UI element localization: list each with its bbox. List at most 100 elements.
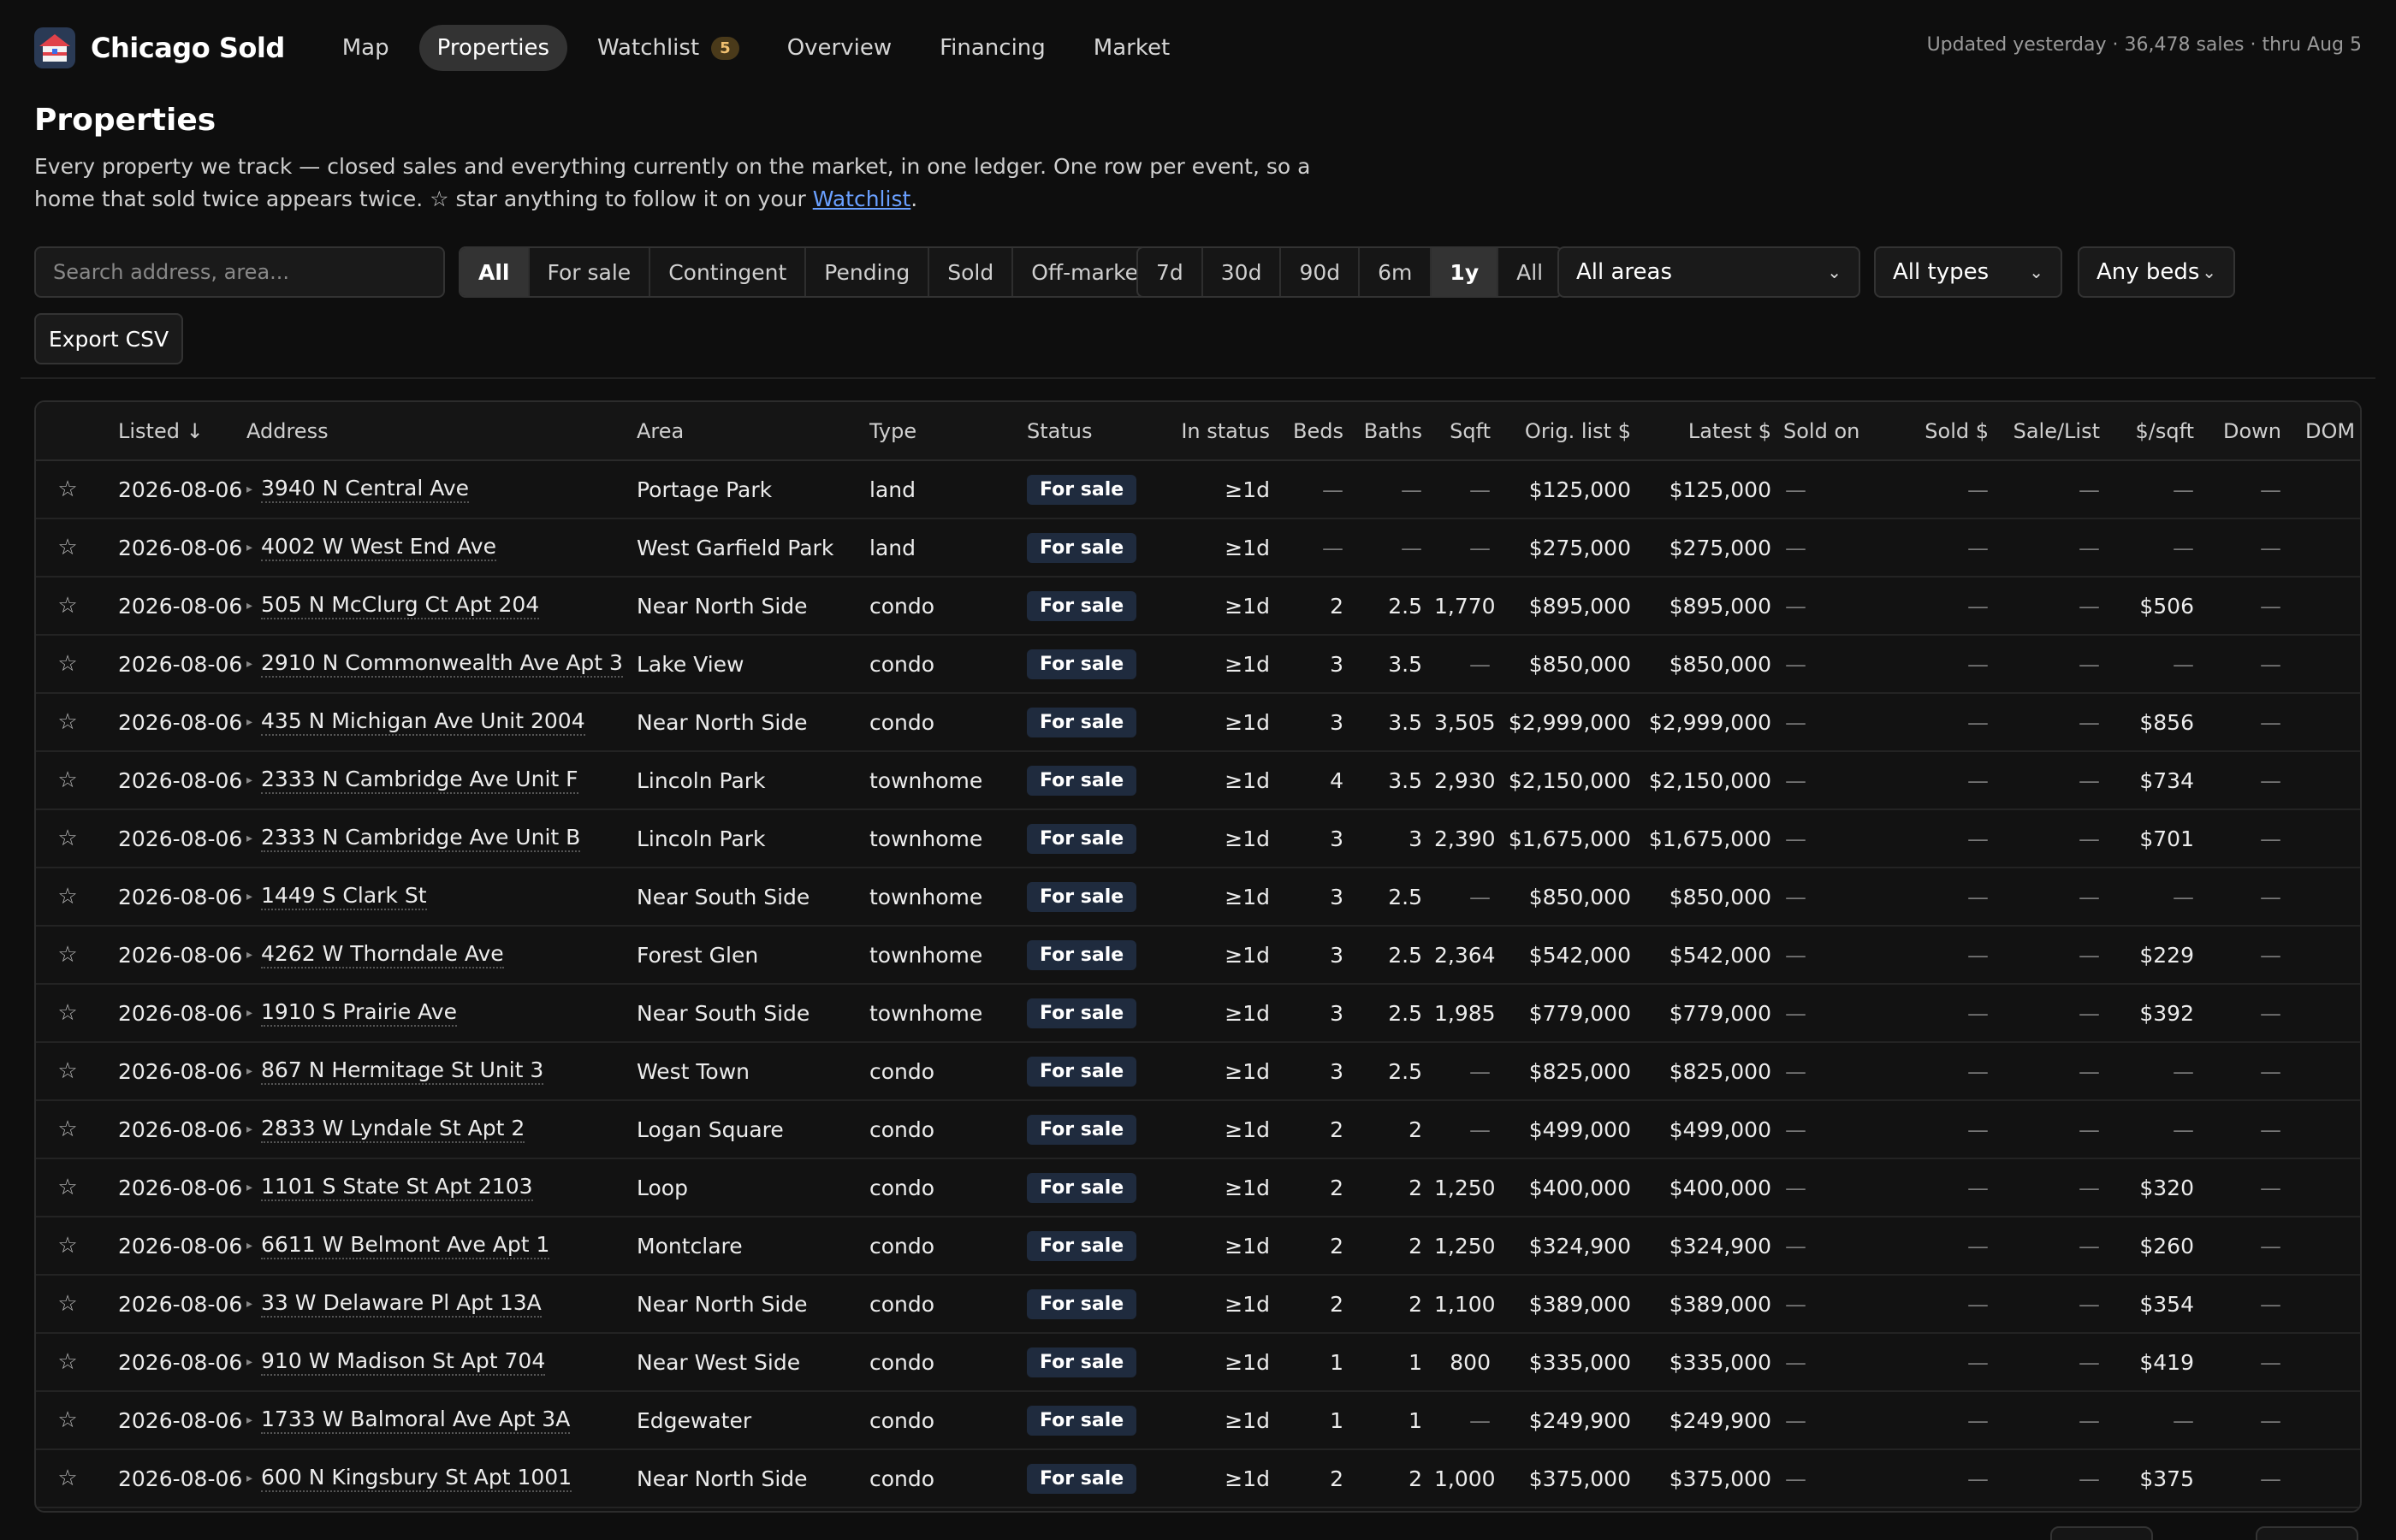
beds-select[interactable]: Any beds ⌄ <box>2078 246 2235 298</box>
nav-properties[interactable]: Properties <box>418 25 568 71</box>
nav-map[interactable]: Map <box>324 25 407 71</box>
table-row[interactable]: ☆ 2026-08-06 ▸ 4262 W Thorndale Ave Forest G… <box>36 926 2360 984</box>
column-header-area[interactable]: Area <box>637 402 869 461</box>
cell-address[interactable]: ▸ 1101 S State St Apt 2103 <box>246 1158 637 1217</box>
table-row[interactable]: ☆ 2026-08-06 ▸ 505 N McClurg Ct Apt 204 Near… <box>36 577 2360 635</box>
status-option-contingent[interactable]: Contingent <box>650 248 807 296</box>
cell-address[interactable]: ▸ 600 N Kingsbury St Apt 1001 <box>246 1449 637 1507</box>
table-row[interactable]: ☆ 2026-08-06 ▸ 2333 N Cambridge Ave Unit B L… <box>36 809 2360 868</box>
pagination-next-button[interactable] <box>2256 1526 2358 1540</box>
address-link[interactable]: 2910 N Commonwealth Ave Apt 3 <box>261 650 623 678</box>
nav-financing[interactable]: Financing <box>922 25 1064 71</box>
table-row[interactable]: ☆ 2026-08-06 ▸ 2833 W Lyndale St Apt 2 Logan… <box>36 1100 2360 1158</box>
star-outline-icon[interactable]: ☆ <box>36 926 99 984</box>
pagination-prev-button[interactable] <box>2050 1526 2153 1540</box>
star-outline-icon[interactable]: ☆ <box>36 1449 99 1507</box>
table-row[interactable]: ☆ 2026-08-06 ▸ 4002 W West End Ave West Garf… <box>36 518 2360 577</box>
cell-address[interactable]: ▸ 4262 W Thorndale Ave <box>246 926 637 984</box>
column-header-status[interactable]: Status <box>1027 402 1171 461</box>
address-link[interactable]: 910 W Madison St Apt 704 <box>261 1348 546 1376</box>
caret-right-icon[interactable]: ▸ <box>246 1064 252 1078</box>
column-header-dom[interactable]: DOM <box>2293 402 2360 461</box>
caret-right-icon[interactable]: ▸ <box>246 1239 252 1253</box>
cell-address[interactable]: ▸ 435 N Michigan Ave Unit 2004 <box>246 693 637 751</box>
address-link[interactable]: 1449 S Clark St <box>261 883 427 910</box>
export-csv-button[interactable]: Export CSV <box>34 313 183 364</box>
column-header-orig-list[interactable]: Orig. list $ <box>1503 402 1643 461</box>
column-header-beds[interactable]: Beds <box>1282 402 1355 461</box>
status-option-pending[interactable]: Pending <box>806 248 930 296</box>
caret-right-icon[interactable]: ▸ <box>246 1122 252 1136</box>
column-header-listed[interactable]: Listed ↓ <box>99 402 246 461</box>
table-row[interactable]: ☆ 2026-08-06 ▸ 1910 S Prairie Ave Near South… <box>36 984 2360 1042</box>
caret-right-icon[interactable]: ▸ <box>246 773 252 787</box>
column-header-sold[interactable]: Sold $ <box>1889 402 2001 461</box>
table-row[interactable]: ☆ 2026-08-06 ▸ 910 W Madison St Apt 704 Near… <box>36 1333 2360 1391</box>
type-select[interactable]: All types ⌄ <box>1874 246 2062 298</box>
caret-right-icon[interactable]: ▸ <box>246 657 252 671</box>
cell-address[interactable]: ▸ 1910 S Prairie Ave <box>246 984 637 1042</box>
caret-right-icon[interactable]: ▸ <box>246 1006 252 1020</box>
cell-address[interactable]: ▸ 2333 N Cambridge Ave Unit F <box>246 751 637 809</box>
cell-address[interactable]: ▸ 1733 W Balmoral Ave Apt 3A <box>246 1391 637 1449</box>
table-row[interactable]: ☆ 2026-08-06 ▸ 600 N Kingsbury St Apt 1001 N… <box>36 1449 2360 1507</box>
column-header-in-status[interactable]: In status <box>1171 402 1282 461</box>
star-outline-icon[interactable]: ☆ <box>36 1100 99 1158</box>
caret-right-icon[interactable]: ▸ <box>246 1297 252 1311</box>
table-row[interactable]: ☆ 2026-08-06 ▸ 2333 N Cambridge Ave Unit F L… <box>36 751 2360 809</box>
star-outline-icon[interactable]: ☆ <box>36 518 99 577</box>
star-outline-icon[interactable]: ☆ <box>36 751 99 809</box>
table-row[interactable]: ☆ 2026-08-06 ▸ 2910 N Commonwealth Ave Apt … <box>36 635 2360 693</box>
star-outline-icon[interactable]: ☆ <box>36 1042 99 1100</box>
cell-address[interactable]: ▸ 4002 W West End Ave <box>246 518 637 577</box>
caret-right-icon[interactable]: ▸ <box>246 541 252 554</box>
star-outline-icon[interactable]: ☆ <box>36 868 99 926</box>
address-link[interactable]: 4002 W West End Ave <box>261 534 496 561</box>
star-outline-icon[interactable]: ☆ <box>36 1333 99 1391</box>
cell-address[interactable]: ▸ 2910 N Commonwealth Ave Apt 3 <box>246 635 637 693</box>
table-row[interactable]: ☆ 2026-08-06 ▸ 3940 N Central Ave Portage Pa… <box>36 460 2360 518</box>
caret-right-icon[interactable]: ▸ <box>246 1472 252 1485</box>
nav-overview[interactable]: Overview <box>769 25 910 71</box>
address-link[interactable]: 867 N Hermitage St Unit 3 <box>261 1057 544 1085</box>
range-option-30d[interactable]: 30d <box>1203 248 1282 296</box>
cell-address[interactable]: ▸ 3940 N Central Ave <box>246 460 637 518</box>
star-outline-icon[interactable]: ☆ <box>36 635 99 693</box>
caret-right-icon[interactable]: ▸ <box>246 1181 252 1194</box>
status-option-for-sale[interactable]: For sale <box>530 248 651 296</box>
cell-address[interactable]: ▸ 2333 N Cambridge Ave Unit B <box>246 809 637 868</box>
table-row[interactable]: ☆ 2026-08-06 ▸ 435 N Michigan Ave Unit 2004… <box>36 693 2360 751</box>
cell-address[interactable]: ▸ 910 W Madison St Apt 704 <box>246 1333 637 1391</box>
caret-right-icon[interactable]: ▸ <box>246 715 252 729</box>
address-link[interactable]: 1910 S Prairie Ave <box>261 999 457 1027</box>
cell-address[interactable]: ▸ 867 N Hermitage St Unit 3 <box>246 1042 637 1100</box>
caret-right-icon[interactable]: ▸ <box>246 832 252 845</box>
range-option-6m[interactable]: 6m <box>1360 248 1432 296</box>
address-link[interactable]: 600 N Kingsbury St Apt 1001 <box>261 1465 572 1492</box>
column-header-sale-list[interactable]: Sale/List <box>2001 402 2112 461</box>
caret-right-icon[interactable]: ▸ <box>246 948 252 962</box>
range-option-7d[interactable]: 7d <box>1138 248 1203 296</box>
column-header-baths[interactable]: Baths <box>1355 402 1434 461</box>
column-header-address[interactable]: Address <box>246 402 637 461</box>
range-option-90d[interactable]: 90d <box>1281 248 1361 296</box>
star-outline-icon[interactable]: ☆ <box>36 809 99 868</box>
address-link[interactable]: 6611 W Belmont Ave Apt 1 <box>261 1232 550 1259</box>
properties-table[interactable]: Listed ↓ Address Area Type Status In status Be… <box>34 400 2362 1513</box>
column-header-sqft[interactable]: Sqft <box>1434 402 1503 461</box>
star-outline-icon[interactable]: ☆ <box>36 1158 99 1217</box>
address-link[interactable]: 2333 N Cambridge Ave Unit F <box>261 767 578 794</box>
star-outline-icon[interactable]: ☆ <box>36 1217 99 1275</box>
address-link[interactable]: 3940 N Central Ave <box>261 476 470 503</box>
nav-watchlist[interactable]: Watchlist 5 <box>579 25 757 71</box>
address-link[interactable]: 2833 W Lyndale St Apt 2 <box>261 1116 525 1143</box>
brand[interactable]: Chicago Sold <box>34 27 285 68</box>
range-option-1y[interactable]: 1y <box>1432 248 1499 296</box>
column-header-sold-on[interactable]: Sold on <box>1783 402 1889 461</box>
status-option-all[interactable]: All <box>460 248 530 296</box>
table-row[interactable]: ☆ 2026-08-06 ▸ 867 N Hermitage St Unit 3 Wes… <box>36 1042 2360 1100</box>
address-link[interactable]: 2333 N Cambridge Ave Unit B <box>261 825 581 852</box>
column-header-down[interactable]: Down <box>2206 402 2293 461</box>
table-row[interactable]: ☆ 2026-08-06 ▸ 1733 W Balmoral Ave Apt 3A Ed… <box>36 1391 2360 1449</box>
table-row[interactable]: ☆ 2026-08-06 ▸ 6611 W Belmont Ave Apt 1 Mont… <box>36 1217 2360 1275</box>
